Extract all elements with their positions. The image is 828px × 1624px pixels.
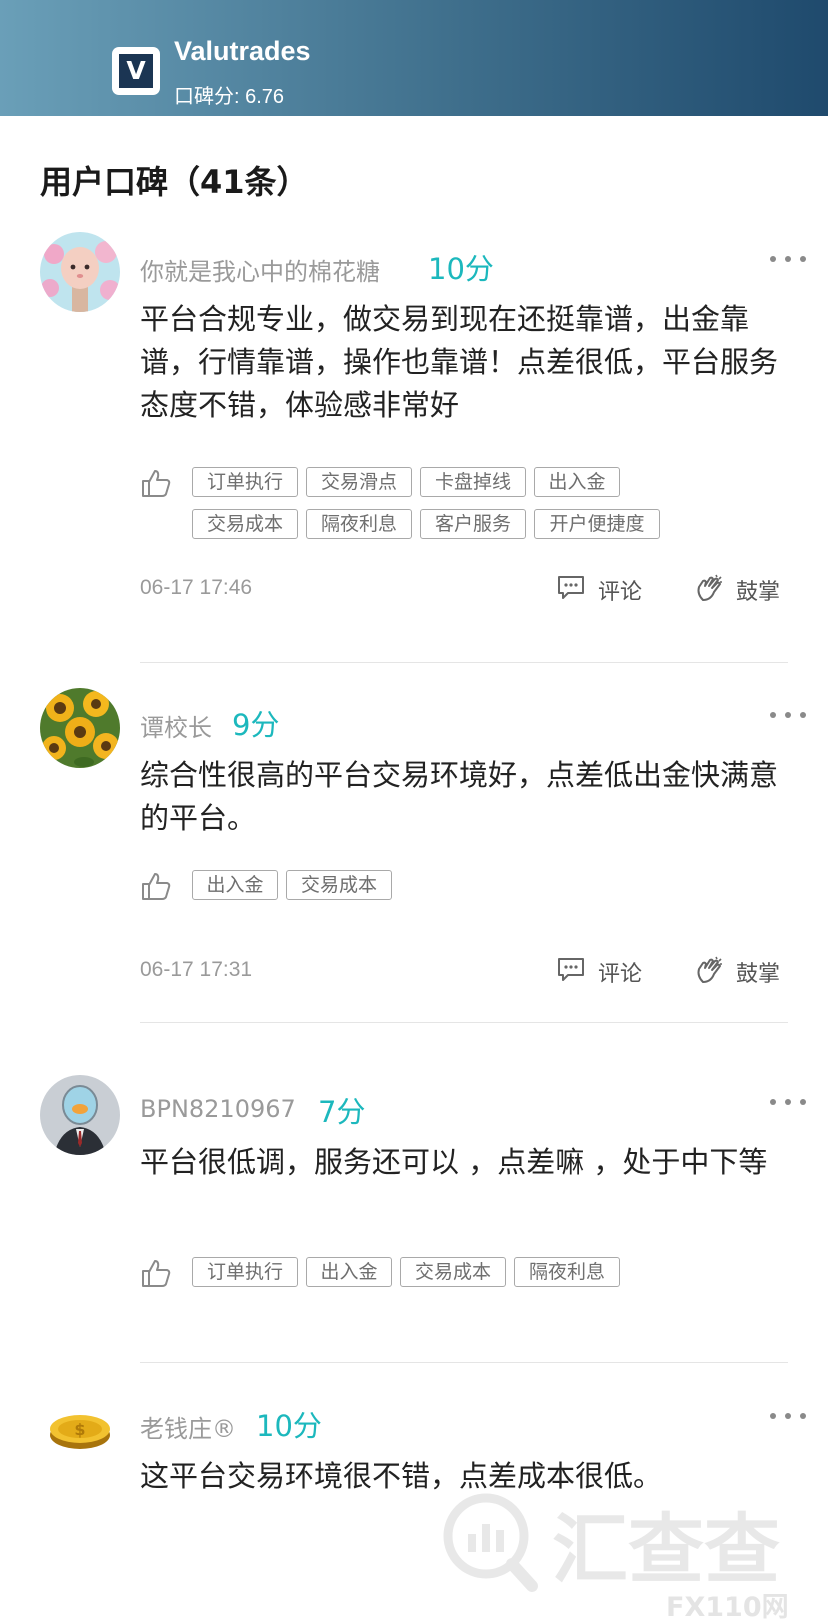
tag: 出入金 xyxy=(192,870,278,900)
tag: 交易成本 xyxy=(192,509,298,539)
tag: 客户服务 xyxy=(420,509,526,539)
tag: 交易成本 xyxy=(286,870,392,900)
svg-text:$: $ xyxy=(74,1420,85,1439)
tag: 隔夜利息 xyxy=(514,1257,620,1287)
clap-label: 鼓掌 xyxy=(736,580,781,605)
thumbs-up-icon xyxy=(142,470,171,497)
username[interactable]: 老钱庄® xyxy=(140,1409,236,1444)
section-title: 用户口碑（41条） xyxy=(40,163,309,201)
score-value: 6.76 xyxy=(245,86,285,108)
tag: 出入金 xyxy=(534,467,620,497)
tag: 订单执行 xyxy=(192,467,298,497)
comment-icon xyxy=(558,958,584,981)
tag: 交易滑点 xyxy=(306,467,412,497)
rating-score: 10分 xyxy=(428,252,494,286)
watermark-sub: FX110网 xyxy=(666,1592,789,1620)
clap-icon xyxy=(697,574,722,601)
more-options-icon[interactable] xyxy=(768,1091,808,1111)
username[interactable]: 你就是我心中的棉花糖 xyxy=(140,252,380,287)
app-header: V Valutrades 口碑分: 6.76 xyxy=(0,0,828,116)
tag: 订单执行 xyxy=(192,1257,298,1287)
divider xyxy=(140,662,788,663)
broker-name: Valutrades xyxy=(174,36,311,66)
watermark-text: 汇查查 xyxy=(552,1505,780,1594)
more-options-icon[interactable] xyxy=(768,248,808,268)
divider xyxy=(140,1362,788,1363)
tag: 交易成本 xyxy=(400,1257,506,1287)
comment-label: 评论 xyxy=(598,580,643,605)
rating-score: 7分 xyxy=(318,1095,366,1129)
username[interactable]: 谭校长 xyxy=(140,708,212,743)
clap-label: 鼓掌 xyxy=(736,962,781,987)
more-options-icon[interactable] xyxy=(768,1405,808,1425)
tag: 出入金 xyxy=(306,1257,392,1287)
avatar[interactable] xyxy=(40,1075,120,1155)
review-content: 平台合规专业，做交易到现在还挺靠谱，出金靠谱，行情靠谱，操作也靠谱！点差很低，平… xyxy=(140,302,779,422)
rating-score: 9分 xyxy=(232,708,280,742)
watermark: 汇查查 FX110网 xyxy=(440,1480,828,1623)
comment-icon xyxy=(558,576,584,599)
more-options-icon[interactable] xyxy=(768,704,808,724)
avatar[interactable] xyxy=(40,688,120,768)
tag: 隔夜利息 xyxy=(306,509,412,539)
broker-logo-letter: V xyxy=(119,54,153,88)
divider xyxy=(140,1022,788,1023)
comment-label: 评论 xyxy=(598,962,643,987)
clap-icon xyxy=(697,956,722,983)
reputation-score: 口碑分: 6.76 xyxy=(174,80,284,109)
username[interactable]: BPN8210967 xyxy=(140,1095,296,1123)
review-content: 平台很低调，服务还可以 ，点差嘛 ，处于中下等 xyxy=(140,1145,768,1179)
review-time: 06-17 17:31 xyxy=(140,958,253,981)
review-content: 综合性很高的平台交易环境好，点差低出金快满意的平台。 xyxy=(140,758,779,835)
thumbs-up-icon xyxy=(142,1260,171,1287)
score-label: 口碑分: xyxy=(174,86,246,108)
avatar[interactable]: $ xyxy=(40,1389,120,1469)
thumbs-up-icon xyxy=(142,873,171,900)
tag: 开户便捷度 xyxy=(534,509,660,539)
review-time: 06-17 17:46 xyxy=(140,576,253,599)
tag: 卡盘掉线 xyxy=(420,467,526,497)
broker-logo: V xyxy=(112,47,160,95)
rating-score: 10分 xyxy=(256,1409,322,1443)
avatar[interactable] xyxy=(40,232,120,312)
